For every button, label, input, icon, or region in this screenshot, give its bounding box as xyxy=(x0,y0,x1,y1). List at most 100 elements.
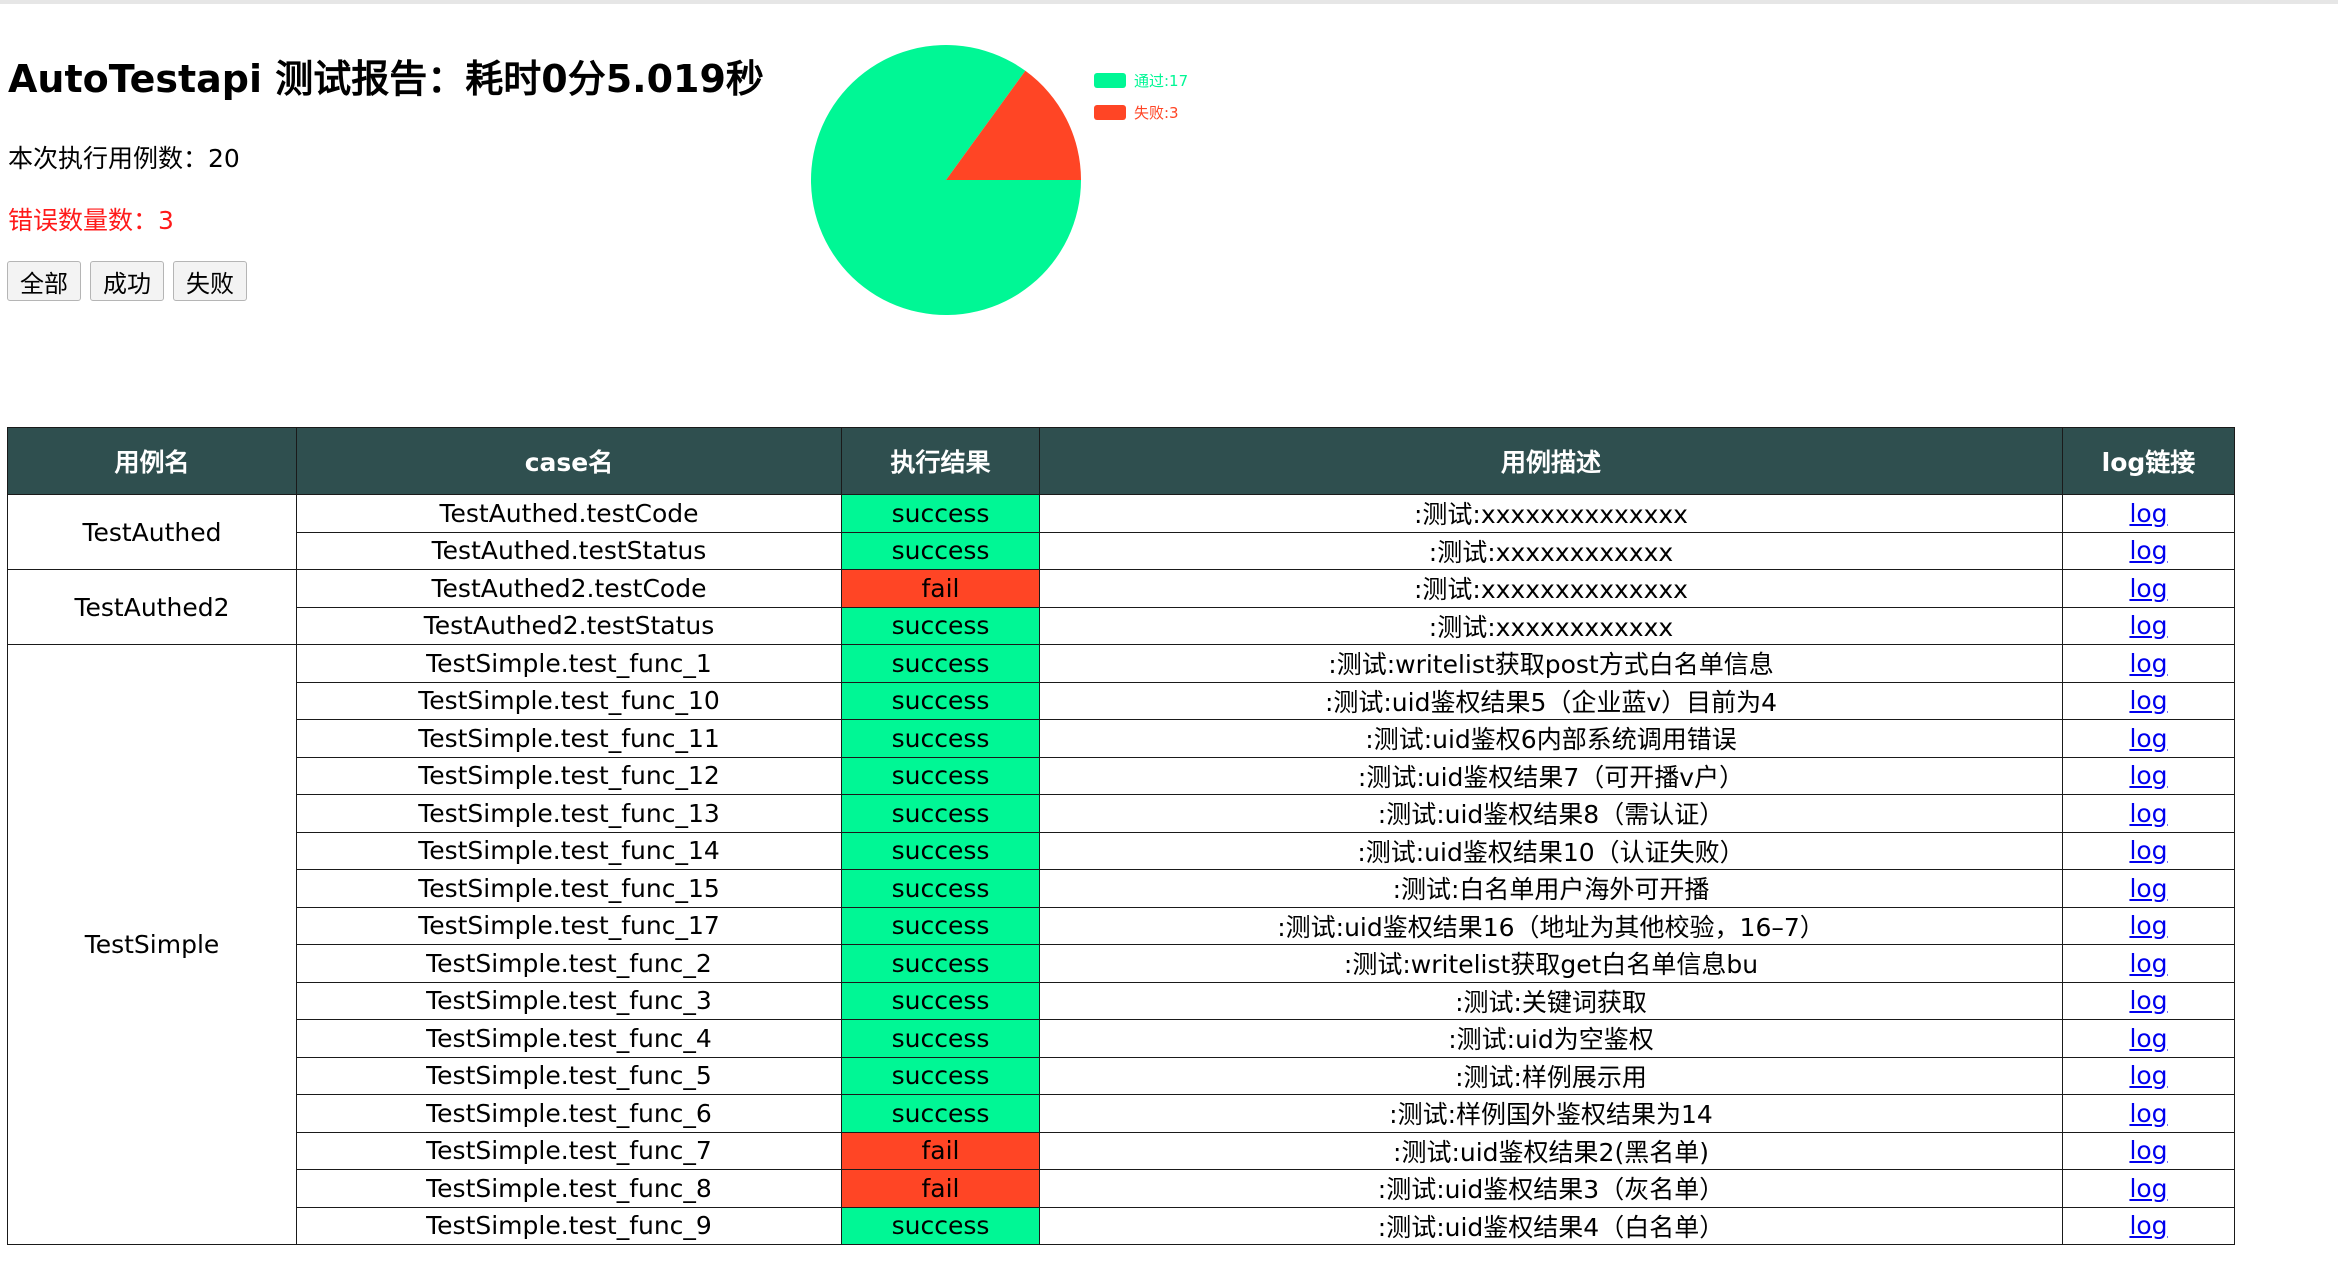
suite-name-cell: TestAuthed xyxy=(7,494,297,570)
legend-label: 失败:3 xyxy=(1134,103,1179,122)
result-cell: success xyxy=(841,981,1040,1020)
log-link[interactable]: log xyxy=(2129,986,2167,1015)
log-cell: log xyxy=(2062,681,2235,720)
result-cell: success xyxy=(841,1206,1040,1245)
filter-all-button[interactable]: 全部 xyxy=(7,261,81,301)
table-row: TestSimple.test_func_4 success:测试:uid为空鉴权… xyxy=(8,1019,2235,1058)
log-link[interactable]: log xyxy=(2129,724,2167,753)
legend-swatch xyxy=(1094,72,1126,88)
description-cell: :测试:uid鉴权结果7（可开播v户） xyxy=(1039,756,2063,795)
filter-success-button[interactable]: 成功 xyxy=(90,261,164,301)
result-pie-chart xyxy=(808,42,1084,318)
description-cell: :测试:xxxxxxxxxxxx xyxy=(1039,531,2063,570)
result-cell: success xyxy=(841,906,1040,945)
table-row: TestAuthed TestAuthed.testCode success:测试:… xyxy=(7,494,2235,570)
result-cell: success xyxy=(841,606,1040,645)
table-row: TestSimple.test_func_5 success:测试:样例展示用 lo… xyxy=(8,1056,2235,1095)
table-row: TestAuthed.testStatus success:测试:xxxxxxxx… xyxy=(8,531,2235,570)
column-header-suite: 用例名 xyxy=(7,427,297,495)
log-link[interactable]: log xyxy=(2129,836,2167,865)
log-link[interactable]: log xyxy=(2129,536,2167,565)
log-cell: log xyxy=(2062,719,2235,758)
case-name-cell: TestSimple.test_func_7 xyxy=(296,1131,842,1170)
log-link[interactable]: log xyxy=(2129,761,2167,790)
description-cell: :测试:关键词获取 xyxy=(1039,981,2063,1020)
case-name-cell: TestSimple.test_func_1 xyxy=(296,644,842,683)
log-cell: log xyxy=(2062,1206,2235,1245)
log-cell: log xyxy=(2062,1094,2235,1133)
case-name-cell: TestSimple.test_func_2 xyxy=(296,944,842,983)
table-row: TestSimple.test_func_13 success:测试:uid鉴权结… xyxy=(8,794,2235,833)
result-cell: success xyxy=(841,494,1040,533)
table-row: TestSimple.test_func_7 fail:测试:uid鉴权结果2(黑… xyxy=(8,1131,2235,1170)
result-cell: success xyxy=(841,1094,1040,1133)
description-cell: :测试:uid鉴权结果8（需认证） xyxy=(1039,794,2063,833)
table-body: TestAuthed TestAuthed.testCode success:测试:… xyxy=(7,494,2235,1245)
table-row: TestSimple TestSimple.test_func_1 success:… xyxy=(7,644,2235,1245)
table-header-row: 用例名 case名 执行结果 用例描述 log链接 xyxy=(7,427,2235,495)
table-row: TestSimple.test_func_6 success:测试:样例国外鉴权结… xyxy=(8,1094,2235,1133)
legend-item: 通过:17 xyxy=(1094,64,1188,96)
log-cell: log xyxy=(2062,1131,2235,1170)
table-row: TestAuthed2 TestAuthed2.testCode fail:测试:x… xyxy=(7,569,2235,645)
case-name-cell: TestAuthed.testCode xyxy=(296,494,842,533)
log-link[interactable]: log xyxy=(2129,611,2167,640)
table-row: TestSimple.test_func_15 success:测试:白名单用户海… xyxy=(8,869,2235,908)
case-name-cell: TestSimple.test_func_13 xyxy=(296,794,842,833)
result-cell: success xyxy=(841,719,1040,758)
log-cell: log xyxy=(2062,644,2235,683)
case-name-cell: TestSimple.test_func_4 xyxy=(296,1019,842,1058)
case-name-cell: TestSimple.test_func_12 xyxy=(296,756,842,795)
filter-button-group: 全部 成功 失败 xyxy=(7,261,247,301)
table-row: TestSimple.test_func_14 success:测试:uid鉴权结… xyxy=(8,831,2235,870)
log-link[interactable]: log xyxy=(2129,1099,2167,1128)
legend-label: 通过:17 xyxy=(1134,71,1189,90)
log-cell: log xyxy=(2062,831,2235,870)
description-cell: :测试:uid鉴权结果4（白名单） xyxy=(1039,1206,2063,1245)
log-cell: log xyxy=(2062,1019,2235,1058)
case-name-cell: TestSimple.test_func_10 xyxy=(296,681,842,720)
log-link[interactable]: log xyxy=(2129,574,2167,603)
column-header-log: log链接 xyxy=(2062,427,2235,495)
result-cell: success xyxy=(841,644,1040,683)
log-link[interactable]: log xyxy=(2129,874,2167,903)
log-link[interactable]: log xyxy=(2129,911,2167,940)
log-cell: log xyxy=(2062,906,2235,945)
log-link[interactable]: log xyxy=(2129,1174,2167,1203)
description-cell: :测试:样例展示用 xyxy=(1039,1056,2063,1095)
log-link[interactable]: log xyxy=(2129,686,2167,715)
table-row: TestSimple.test_func_10 success:测试:uid鉴权结… xyxy=(8,681,2235,720)
table-row: TestSimple.test_func_2 success:测试:writeli… xyxy=(8,944,2235,983)
log-cell: log xyxy=(2062,944,2235,983)
description-cell: :测试:uid鉴权结果16（地址为其他校验，16–7） xyxy=(1039,906,2063,945)
log-cell: log xyxy=(2062,606,2235,645)
case-name-cell: TestAuthed.testStatus xyxy=(296,531,842,570)
table-row: TestSimple.test_func_3 success:测试:关键词获取 lo… xyxy=(8,981,2235,1020)
top-border xyxy=(0,0,2338,4)
case-name-cell: TestSimple.test_func_11 xyxy=(296,719,842,758)
log-link[interactable]: log xyxy=(2129,499,2167,528)
log-link[interactable]: log xyxy=(2129,1211,2167,1240)
log-link[interactable]: log xyxy=(2129,949,2167,978)
table-row: TestSimple.test_func_9 success:测试:uid鉴权结果… xyxy=(8,1206,2235,1245)
log-link[interactable]: log xyxy=(2129,649,2167,678)
column-header-case: case名 xyxy=(296,427,842,495)
result-cell: success xyxy=(841,531,1040,570)
description-cell: :测试:白名单用户海外可开播 xyxy=(1039,869,2063,908)
filter-fail-button[interactable]: 失败 xyxy=(173,261,247,301)
log-link[interactable]: log xyxy=(2129,1024,2167,1053)
log-link[interactable]: log xyxy=(2129,1136,2167,1165)
legend-swatch xyxy=(1094,104,1126,120)
case-name-cell: TestSimple.test_func_6 xyxy=(296,1094,842,1133)
log-cell: log xyxy=(2062,1169,2235,1208)
log-link[interactable]: log xyxy=(2129,799,2167,828)
result-cell: success xyxy=(841,756,1040,795)
legend-item: 失败:3 xyxy=(1094,96,1188,128)
result-cell: fail xyxy=(841,1169,1040,1208)
table-row: TestSimple.test_func_17 success:测试:uid鉴权结… xyxy=(8,906,2235,945)
log-link[interactable]: log xyxy=(2129,1061,2167,1090)
error-count-text: 错误数量数：3 xyxy=(8,206,174,235)
log-cell: log xyxy=(2062,1056,2235,1095)
case-name-cell: TestSimple.test_func_15 xyxy=(296,869,842,908)
results-table: 用例名 case名 执行结果 用例描述 log链接 TestAuthed Test… xyxy=(7,427,2235,1245)
